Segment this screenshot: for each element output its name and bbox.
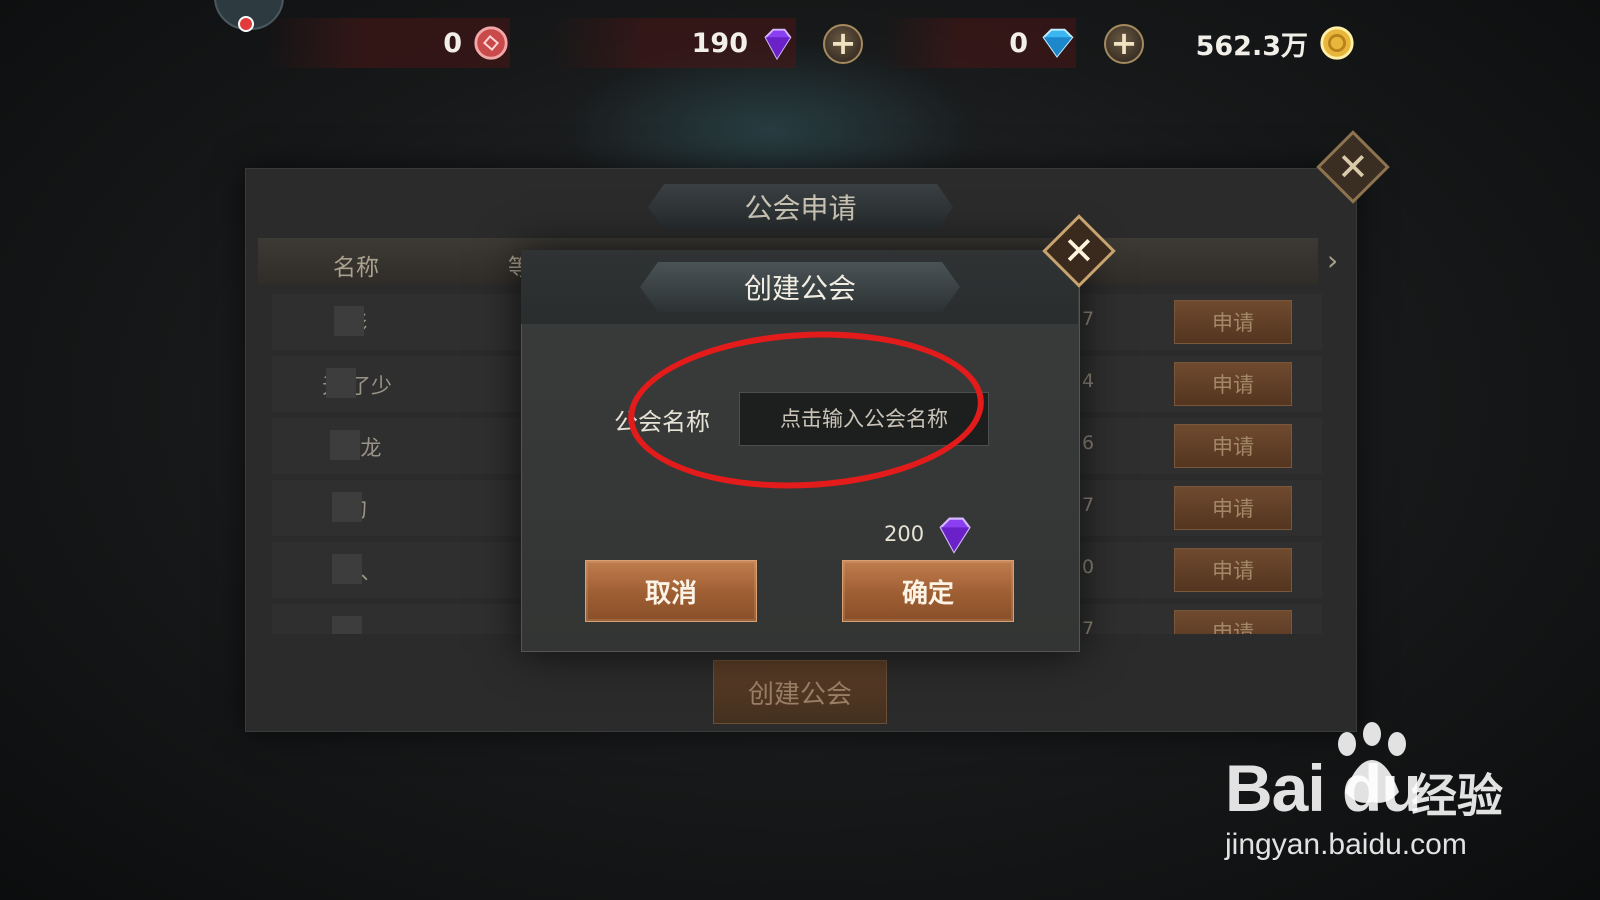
redacted-block bbox=[330, 430, 360, 460]
badge-count: 0 bbox=[443, 27, 462, 59]
notification-dot bbox=[238, 16, 254, 32]
blue-gem-icon bbox=[1042, 28, 1074, 58]
guild-level: 7 bbox=[1082, 494, 1095, 516]
gold-resource: 562.3万 bbox=[1160, 18, 1356, 68]
apply-button[interactable]: 申请 bbox=[1174, 548, 1292, 592]
resource-bar: 0 190 + 0 + 562.3万 bbox=[0, 0, 1600, 90]
guild-name: 无 了少 bbox=[322, 374, 392, 398]
cost-value: 200 bbox=[884, 522, 925, 546]
column-name-header: 名称 bbox=[333, 255, 379, 281]
red-badge-icon bbox=[474, 26, 508, 60]
purple-gem-icon bbox=[939, 517, 971, 554]
watermark-url: jingyan.baidu.com bbox=[1225, 828, 1467, 861]
close-icon: ✕ bbox=[1337, 145, 1369, 189]
guild-level: 6 bbox=[1082, 432, 1095, 454]
chevron-right-icon[interactable]: › bbox=[1327, 244, 1338, 277]
add-purple-gem-button[interactable]: + bbox=[823, 24, 863, 64]
redacted-block bbox=[332, 492, 362, 522]
plus-icon: + bbox=[829, 23, 857, 62]
apply-button[interactable]: 申请 bbox=[1174, 486, 1292, 530]
watermark-logo: Bai du bbox=[1225, 751, 1422, 825]
guild-level: 0 bbox=[1082, 556, 1095, 578]
gold-coin-icon bbox=[1320, 26, 1354, 60]
blue-gem-resource: 0 bbox=[880, 18, 1076, 68]
purple-gem-resource: 190 bbox=[546, 18, 796, 68]
plus-icon: + bbox=[1110, 23, 1138, 62]
guild-level: 7 bbox=[1082, 308, 1095, 330]
guild-application-title: 公会申请 bbox=[648, 184, 953, 230]
confirm-button[interactable]: 确定 bbox=[842, 560, 1014, 622]
blue-gem-count: 0 bbox=[1009, 27, 1028, 59]
purple-gem-count: 190 bbox=[691, 27, 748, 59]
redacted-block bbox=[332, 616, 362, 634]
dialog-title: 创建公会 bbox=[640, 262, 960, 312]
apply-button[interactable]: 申请 bbox=[1174, 610, 1292, 634]
redacted-block bbox=[334, 306, 364, 336]
baidu-watermark: Bai du 经验 jingyan.baidu.com bbox=[1225, 722, 1525, 870]
guild-level: 4 bbox=[1082, 370, 1095, 392]
apply-button[interactable]: 申请 bbox=[1174, 300, 1292, 344]
guild-level: 7 bbox=[1082, 618, 1095, 634]
cancel-button[interactable]: 取消 bbox=[585, 560, 757, 622]
apply-button[interactable]: 申请 bbox=[1174, 362, 1292, 406]
creation-cost: 200 bbox=[884, 512, 976, 556]
create-guild-button[interactable]: 创建公会 bbox=[713, 660, 887, 724]
gold-count: 562.3万 bbox=[1195, 30, 1308, 62]
redacted-block bbox=[332, 554, 362, 584]
redacted-block bbox=[326, 368, 356, 398]
add-blue-gem-button[interactable]: + bbox=[1104, 24, 1144, 64]
close-icon: ✕ bbox=[1063, 229, 1095, 273]
purple-gem-icon bbox=[764, 28, 792, 61]
apply-button[interactable]: 申请 bbox=[1174, 424, 1292, 468]
badge-resource: 0 bbox=[262, 18, 510, 68]
watermark-cn: 经验 bbox=[1411, 769, 1503, 823]
